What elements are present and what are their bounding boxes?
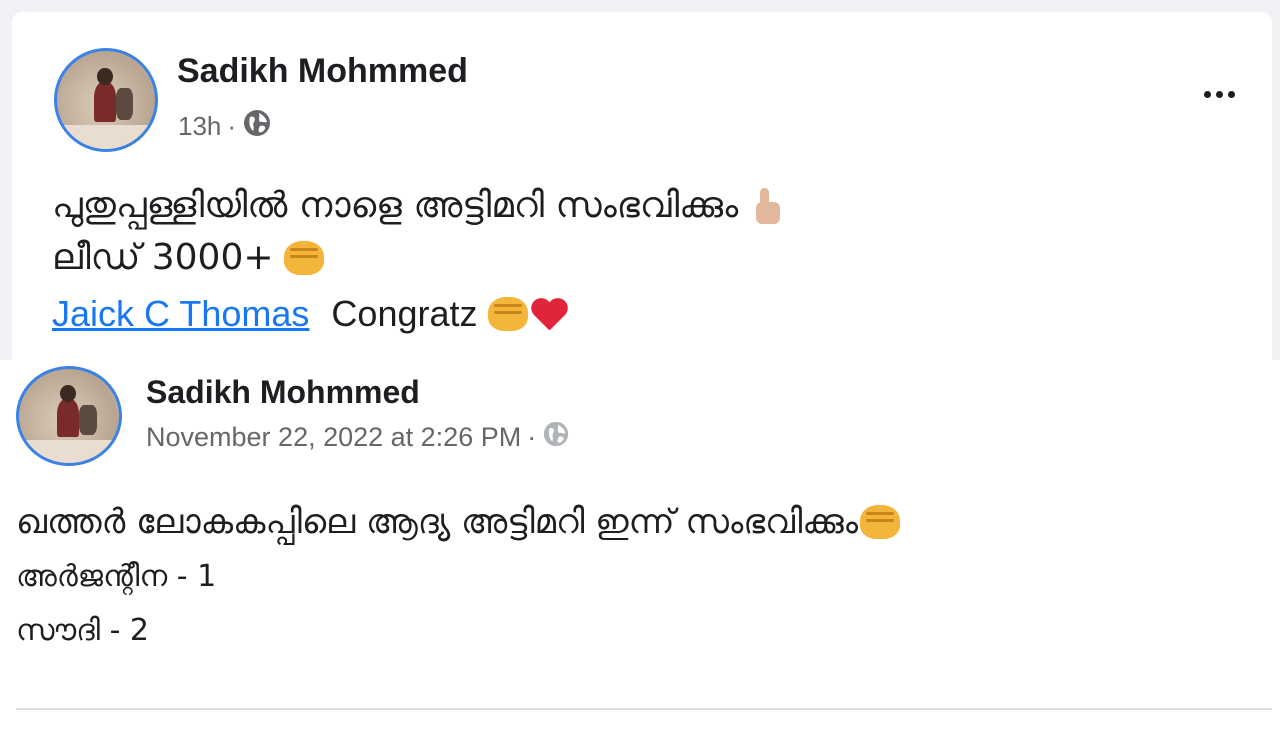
- post-card-2: Sadikh Mohmmed November 22, 2022 at 2:26…: [0, 360, 1280, 731]
- meta-separator: ·: [227, 111, 237, 141]
- post-time[interactable]: 13h: [178, 111, 221, 142]
- post-card-1: Sadikh Mohmmed 13h · പുതുപ്പള്ളിയിൽ നാളെ…: [12, 12, 1272, 360]
- thumbs-up-emoji: [752, 188, 782, 224]
- author-name[interactable]: Sadikh Mohmmed: [146, 374, 420, 411]
- red-heart-emoji: [530, 297, 568, 331]
- raised-fist-emoji: [859, 505, 900, 539]
- globe-icon: [542, 420, 570, 455]
- post-text-line-1: ഖത്തർ ലോകകപ്പിലെ ആദ്യ അട്ടിമറി ഇന്ന് സംഭ…: [16, 502, 858, 542]
- post-timestamp[interactable]: November 22, 2022 at 2:26 PM: [146, 422, 521, 453]
- post-line-1: ഖത്തർ ലോകകപ്പിലെ ആദ്യ അട്ടിമറി ഇന്ന് സംഭ…: [16, 494, 900, 550]
- raised-fist-emoji: [283, 241, 324, 275]
- post-meta: 13h ·: [178, 108, 272, 145]
- post-body: ഖത്തർ ലോകകപ്പിലെ ആദ്യ അട്ടിമറി ഇന്ന് സംഭ…: [16, 494, 900, 658]
- mention-link[interactable]: Jaick C Thomas: [52, 288, 309, 340]
- author-avatar[interactable]: [16, 366, 122, 466]
- post-text-line-2: ലീഡ് 3000+: [52, 237, 274, 278]
- score-argentina: അർജന്റീന - 1: [16, 559, 217, 594]
- more-options-icon[interactable]: [1204, 91, 1235, 98]
- author-name[interactable]: Sadikh Mohmmed: [177, 52, 468, 91]
- meta-separator: ·: [527, 422, 537, 452]
- post-body: പുതുപ്പള്ളിയിൽ നാളെ അട്ടിമറി സംഭവിക്കും …: [52, 180, 782, 340]
- globe-icon: [242, 108, 272, 145]
- author-avatar[interactable]: [54, 48, 158, 152]
- post-text-line-1: പുതുപ്പള്ളിയിൽ നാളെ അട്ടിമറി സംഭവിക്കും: [52, 185, 739, 226]
- comment-line: Jaick C Thomas Congratz: [52, 288, 782, 340]
- divider: [16, 708, 1272, 710]
- comment-text: Congratz: [331, 293, 478, 334]
- score-line-1: അർജന്റീന - 1: [16, 550, 900, 604]
- raised-fist-emoji: [487, 297, 528, 331]
- post-line-2: ലീഡ് 3000+: [52, 232, 782, 284]
- post-line-1: പുതുപ്പള്ളിയിൽ നാളെ അട്ടിമറി സംഭവിക്കും: [52, 180, 782, 232]
- post-meta: November 22, 2022 at 2:26 PM ·: [146, 420, 570, 455]
- score-line-2: സൗദി - 2: [16, 604, 900, 658]
- score-saudi: സൗദി - 2: [16, 613, 150, 648]
